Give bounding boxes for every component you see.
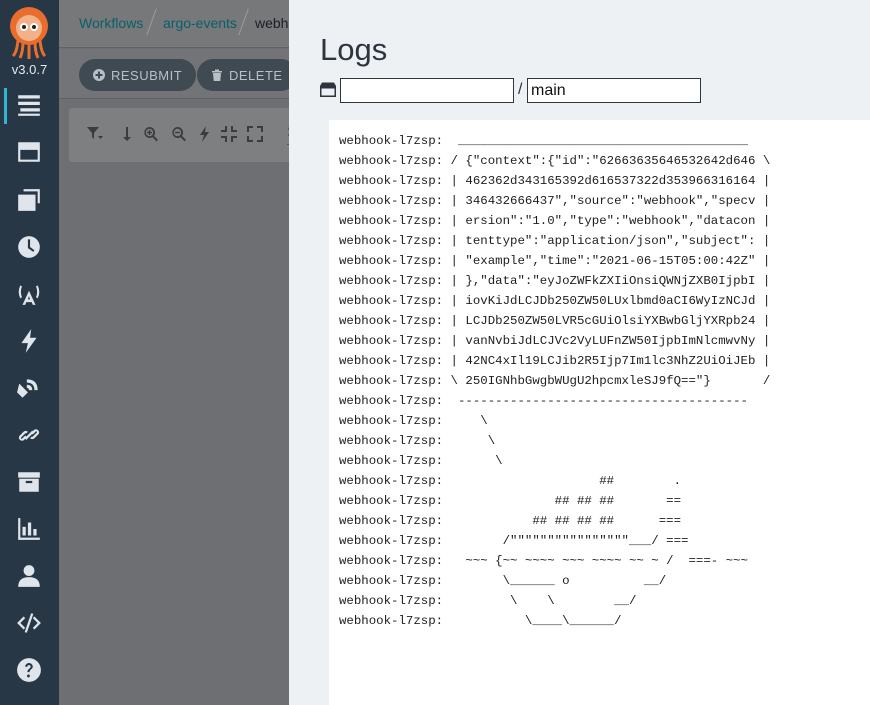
log-line: webhook-l7zsp: | iovKiJdLCJDb250ZW50LUxl… bbox=[339, 294, 771, 308]
resubmit-button[interactable]: RESUBMIT bbox=[79, 59, 197, 91]
log-line: webhook-l7zsp: -------------------------… bbox=[339, 394, 756, 408]
workflow-templates-icon[interactable] bbox=[15, 138, 43, 166]
filter-icon[interactable] bbox=[87, 126, 103, 142]
pod-name-input[interactable] bbox=[340, 78, 514, 103]
breadcrumb-workflows[interactable]: Workflows bbox=[79, 15, 143, 31]
log-viewer[interactable]: webhook-l7zsp: _________________________… bbox=[329, 120, 870, 705]
log-lines: webhook-l7zsp: _________________________… bbox=[339, 131, 770, 631]
log-line: webhook-l7zsp: \ 250IGNhbGwgbWUgU2hpcmxl… bbox=[339, 374, 771, 388]
version-label: v3.0.7 bbox=[11, 62, 48, 77]
delete-button[interactable]: DELETE bbox=[197, 59, 297, 91]
expand-icon[interactable] bbox=[247, 126, 263, 142]
cron-workflows-icon[interactable] bbox=[15, 233, 43, 261]
breadcrumb-separator bbox=[146, 8, 157, 36]
logs-panel: Logs / webhook-l7zsp: __________________… bbox=[289, 0, 870, 705]
log-line: webhook-l7zsp: | LCJDb250ZW50LVR5cGUiOls… bbox=[339, 314, 771, 328]
cube-icon bbox=[320, 82, 336, 98]
selector-separator: / bbox=[518, 81, 523, 98]
help-icon[interactable] bbox=[15, 656, 43, 684]
container-name-input[interactable] bbox=[527, 78, 701, 103]
zoom-in-icon[interactable] bbox=[143, 126, 159, 142]
log-line: webhook-l7zsp: ## . bbox=[339, 474, 682, 488]
log-line: webhook-l7zsp: | },"data":"eyJoZWFkZXIiO… bbox=[339, 274, 771, 288]
log-line: webhook-l7zsp: /""""""""""""""""___/ === bbox=[339, 534, 689, 548]
log-line: webhook-l7zsp: \ bbox=[339, 454, 503, 468]
log-line: webhook-l7zsp: \______ o __/ bbox=[339, 574, 667, 588]
event-sources-icon[interactable] bbox=[15, 280, 43, 308]
log-line: webhook-l7zsp: ## ## ## == bbox=[339, 494, 682, 508]
plus-circle-icon bbox=[93, 69, 105, 81]
log-line: webhook-l7zsp: \____\______/ bbox=[339, 614, 622, 628]
resubmit-label: RESUBMIT bbox=[111, 67, 183, 83]
log-line: webhook-l7zsp: \ \ __/ bbox=[339, 594, 637, 608]
delete-label: DELETE bbox=[229, 67, 283, 83]
log-line: webhook-l7zsp: | ersion":"1.0","type":"w… bbox=[339, 214, 771, 228]
log-line: webhook-l7zsp: _________________________… bbox=[339, 134, 756, 148]
log-line: webhook-l7zsp: ~~~ {~~ ~~~~ ~~~ ~~~~ ~~ … bbox=[339, 554, 748, 568]
log-line: webhook-l7zsp: \ bbox=[339, 434, 496, 448]
logs-title: Logs bbox=[320, 32, 388, 67]
sensors-icon[interactable] bbox=[15, 327, 43, 355]
log-line: webhook-l7zsp: / {"context":{"id":"62663… bbox=[339, 154, 771, 168]
log-line: webhook-l7zsp: | tenttype":"application/… bbox=[339, 234, 771, 248]
compress-icon[interactable] bbox=[221, 126, 237, 142]
breadcrumb-separator bbox=[238, 8, 249, 36]
argo-logo[interactable] bbox=[9, 6, 49, 60]
log-line: webhook-l7zsp: \ bbox=[339, 414, 488, 428]
active-indicator bbox=[4, 88, 7, 124]
archived-workflows-icon[interactable] bbox=[15, 468, 43, 496]
log-line: webhook-l7zsp: | 346432666437","source":… bbox=[339, 194, 771, 208]
api-docs-icon[interactable] bbox=[15, 609, 43, 637]
log-line: webhook-l7zsp: ## ## ## ## === bbox=[339, 514, 682, 528]
trash-icon bbox=[212, 69, 222, 81]
bolt-icon[interactable] bbox=[197, 126, 213, 142]
reports-icon[interactable] bbox=[15, 515, 43, 543]
event-flow-icon[interactable] bbox=[15, 374, 43, 402]
cluster-workflow-templates-icon[interactable] bbox=[15, 186, 43, 214]
sort-down-icon[interactable] bbox=[119, 126, 135, 142]
sidebar: v3.0.7 bbox=[0, 0, 59, 705]
breadcrumb-namespace[interactable]: argo-events bbox=[163, 15, 237, 31]
links-icon[interactable] bbox=[15, 421, 43, 449]
log-line: webhook-l7zsp: | 462362d343165392d616537… bbox=[339, 174, 771, 188]
log-line: webhook-l7zsp: | "example","time":"2021-… bbox=[339, 254, 771, 268]
workflows-icon[interactable] bbox=[15, 91, 43, 119]
user-info-icon[interactable] bbox=[15, 562, 43, 590]
log-line: webhook-l7zsp: | vanNvbiJdLCJVc2VyLUFnZW… bbox=[339, 334, 771, 348]
zoom-out-icon[interactable] bbox=[171, 126, 187, 142]
log-line: webhook-l7zsp: | 42NC4xIl19LCJib2R5Ijp7I… bbox=[339, 354, 771, 368]
